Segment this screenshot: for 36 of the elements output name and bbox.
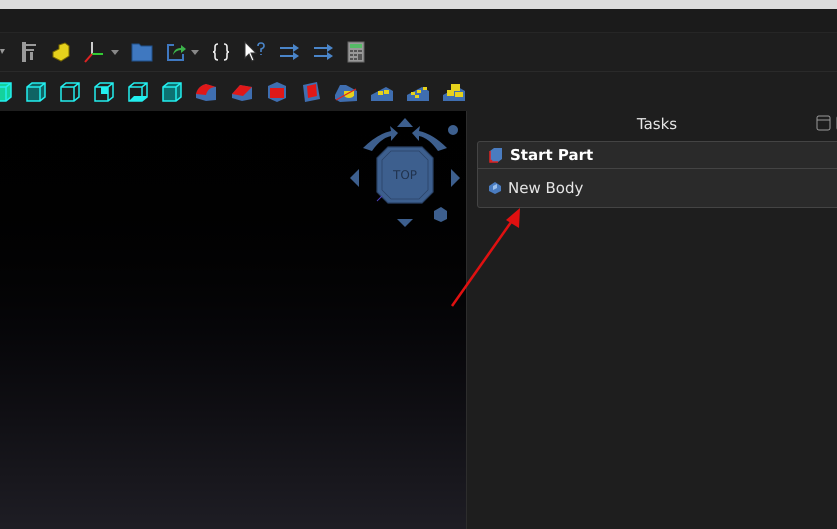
- arrows-icon[interactable]: [279, 43, 301, 61]
- calculator-icon[interactable]: [347, 41, 365, 63]
- rotate-right-arrow-icon[interactable]: [412, 126, 447, 151]
- navigation-cube[interactable]: [376, 146, 434, 204]
- down-arrow-icon[interactable]: [397, 219, 413, 227]
- part-cube-icon: [488, 147, 504, 163]
- up-arrow-icon[interactable]: [397, 118, 413, 127]
- float-panel-icon[interactable]: [816, 115, 831, 131]
- right-arrow-icon[interactable]: [451, 169, 460, 187]
- left-arrow-icon[interactable]: [350, 169, 359, 187]
- caret-icon[interactable]: [191, 50, 199, 54]
- share-arrow-icon[interactable]: [165, 41, 187, 63]
- mini-cube-icon[interactable]: [434, 207, 447, 222]
- cube-face-label: TOP: [393, 168, 417, 182]
- cube-icon[interactable]: [58, 80, 80, 102]
- caret-icon[interactable]: [0, 49, 5, 55]
- draft-cube-icon[interactable]: [266, 80, 288, 102]
- whats-this-cursor-icon[interactable]: [243, 41, 267, 63]
- panel-title: Tasks: [636, 114, 678, 136]
- cube-icon[interactable]: [160, 80, 182, 102]
- fillet-icon[interactable]: [194, 82, 218, 102]
- menu-dot-icon[interactable]: [448, 125, 458, 135]
- cube-icon[interactable]: [126, 80, 148, 102]
- body-icon: [488, 181, 502, 195]
- rotate-left-arrow-icon[interactable]: [363, 126, 398, 151]
- blocks-icon[interactable]: [51, 42, 71, 62]
- cube-icon[interactable]: [0, 80, 12, 102]
- cube-icon[interactable]: [24, 80, 46, 102]
- cube-icon[interactable]: [92, 80, 114, 102]
- braces-icon[interactable]: [211, 42, 231, 62]
- thickness-icon[interactable]: [300, 80, 322, 102]
- arrows-icon[interactable]: [313, 43, 335, 61]
- caret-icon[interactable]: [111, 50, 119, 54]
- task-link[interactable]: New Body: [478, 173, 837, 203]
- task-box-title: Start Part: [510, 144, 594, 166]
- folder-icon[interactable]: [131, 42, 153, 62]
